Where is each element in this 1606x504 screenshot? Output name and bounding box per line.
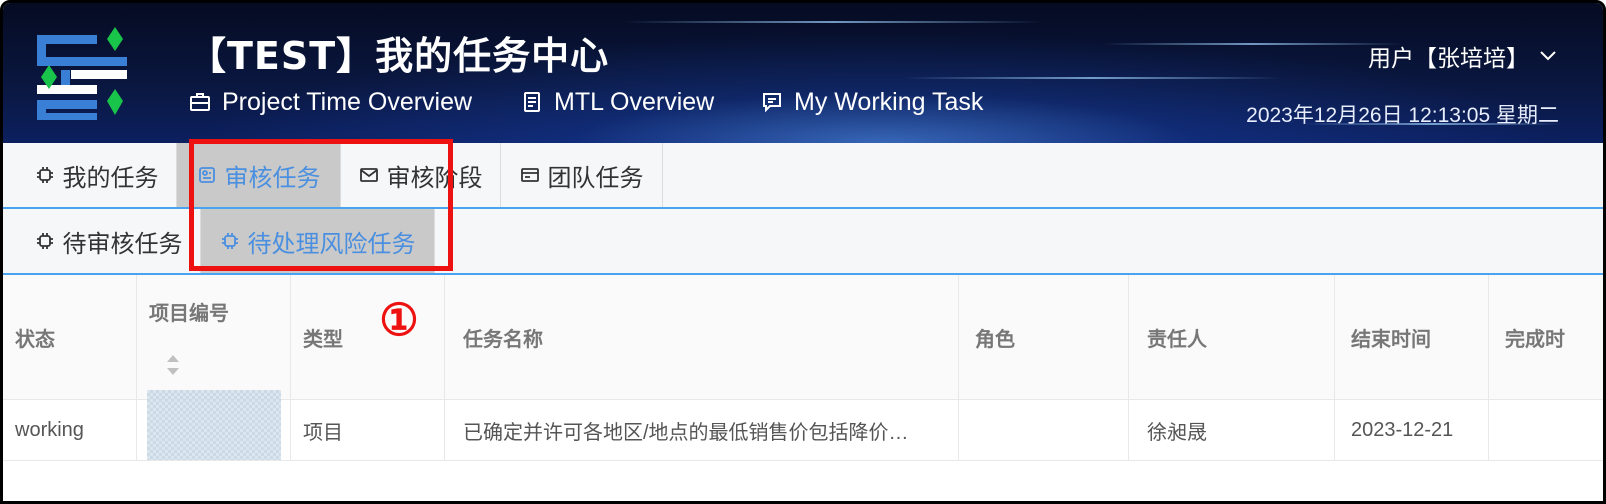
- nav-mtl-overview[interactable]: MTL Overview: [520, 85, 714, 119]
- chip-icon: [36, 233, 53, 249]
- cell-completion-time: [1489, 400, 1603, 460]
- column-header-completion-time[interactable]: 完成时: [1489, 275, 1603, 399]
- tab-team-tasks[interactable]: 团队任务: [501, 143, 663, 207]
- chip-icon: [36, 167, 53, 183]
- column-header-task-name[interactable]: 任务名称: [445, 275, 959, 399]
- company-logo-icon: [37, 27, 127, 120]
- card-icon: [520, 168, 539, 182]
- app-window: 【TEST】我的任务中心 Project Time Overview MTL O…: [0, 0, 1606, 504]
- column-header-role[interactable]: 角色: [959, 275, 1129, 399]
- cell-project-number: [137, 390, 291, 460]
- cell-role: [959, 400, 1129, 460]
- tab-pending-risk-tasks[interactable]: 待处理风险任务: [201, 209, 435, 273]
- nav-project-time-overview[interactable]: Project Time Overview: [188, 85, 472, 119]
- nav-label: My Working Task: [794, 87, 984, 116]
- column-header-status[interactable]: 状态: [3, 275, 137, 399]
- cell-owner: 徐昶晟: [1129, 400, 1335, 460]
- tab-label: 待审核任务: [62, 230, 183, 258]
- cell-status: working: [3, 400, 137, 460]
- mail-icon: [359, 168, 378, 182]
- column-header-end-time[interactable]: 结束时间: [1335, 275, 1489, 399]
- app-title: 【TEST】我的任务中心: [188, 34, 610, 78]
- table-row[interactable]: working 项目 已确定并许可各地区/地点的最低销售价包括降价… 徐昶晟 2…: [3, 390, 1603, 461]
- column-header-label: 项目编号: [149, 303, 229, 325]
- sort-icon[interactable]: [165, 353, 181, 377]
- briefcase-icon: [190, 93, 210, 111]
- header-banner: 【TEST】我的任务中心 Project Time Overview MTL O…: [3, 3, 1603, 143]
- tab-my-tasks[interactable]: 我的任务: [17, 143, 177, 207]
- tab-label: 审核任务: [224, 164, 321, 192]
- table-header-row: 状态 项目编号 类型 任务名称 角色 责任人 结束时间 完成时: [3, 275, 1603, 400]
- tab-review-stage[interactable]: 审核阶段: [341, 143, 501, 207]
- settings-card-icon: [198, 167, 215, 183]
- tab-review-tasks[interactable]: 审核任务: [177, 143, 341, 207]
- user-name: 用户【张培培】: [1368, 45, 1529, 71]
- column-header-project-number[interactable]: 项目编号: [137, 275, 291, 399]
- datetime-display: 2023年12月26日 12:13:05 星期二: [1246, 104, 1559, 127]
- column-header-owner[interactable]: 责任人: [1129, 275, 1335, 399]
- document-icon: [524, 92, 540, 112]
- cell-type: 项目: [291, 400, 445, 460]
- cell-task-name[interactable]: 已确定并许可各地区/地点的最低销售价包括降价…: [445, 400, 959, 460]
- user-menu[interactable]: 用户【张培培】: [1368, 39, 1557, 73]
- primary-tab-bar: 我的任务 审核任务 审核阶段 团队任务: [3, 143, 1603, 209]
- chat-icon: [763, 93, 781, 113]
- nav-label: Project Time Overview: [222, 87, 473, 116]
- redacted-value: [147, 390, 281, 460]
- step-marker: ①: [379, 295, 419, 346]
- tab-label: 团队任务: [547, 164, 644, 192]
- secondary-tab-bar: 待审核任务 待处理风险任务: [3, 209, 1603, 275]
- tab-pending-review[interactable]: 待审核任务: [17, 209, 201, 273]
- chip-icon: [221, 233, 238, 249]
- tab-label: 审核阶段: [386, 164, 483, 192]
- nav-label: MTL Overview: [554, 87, 715, 116]
- nav-my-working-task[interactable]: My Working Task: [760, 85, 983, 119]
- chevron-down-icon: [1540, 51, 1556, 61]
- tab-label: 我的任务: [62, 164, 159, 192]
- cell-end-time: 2023-12-21: [1335, 400, 1489, 460]
- tab-label: 待处理风险任务: [247, 230, 416, 258]
